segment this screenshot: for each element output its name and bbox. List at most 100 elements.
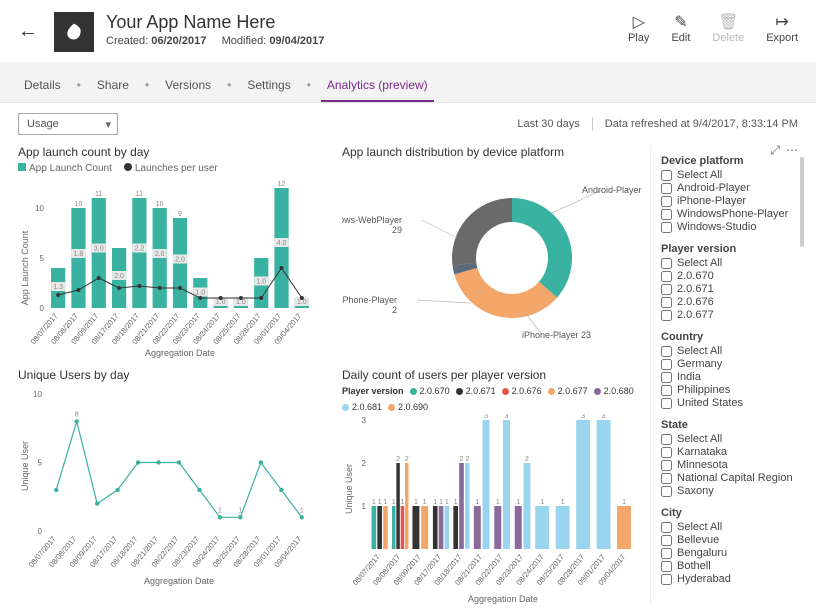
filter-option[interactable]: India [661,371,798,383]
svg-text:0: 0 [38,527,43,536]
svg-text:1: 1 [445,499,449,506]
filter-option[interactable]: Karnataka [661,446,798,458]
donut-chart-svg: Android-Player 31Windows-WebPlayer29Wind… [342,163,642,353]
filter-group-country: Country [661,331,798,343]
more-options-icon[interactable]: ⋯ [786,143,798,158]
filter-option[interactable]: 2.0.677 [661,309,798,321]
svg-text:App Launch Count: App Launch Count [20,230,30,305]
refresh-timestamp: Data refreshed at 9/4/2017, 8:33:14 PM [605,118,798,130]
filter-option[interactable]: Hyderabad [661,573,798,585]
svg-text:8: 8 [75,411,79,418]
chart-app-launch-by-day: App launch count by day App Launch Count… [18,145,318,358]
svg-text:1: 1 [475,499,479,506]
svg-text:Aggregation Date: Aggregation Date [145,348,215,358]
filter-option[interactable]: National Capital Region [661,472,798,484]
svg-text:1: 1 [540,499,544,506]
svg-text:2.0: 2.0 [114,273,124,280]
svg-text:1: 1 [423,499,427,506]
metric-dropdown[interactable]: Usage [18,113,118,135]
tab-share[interactable]: Share [91,70,135,102]
play-button[interactable]: ▷Play [628,12,649,44]
svg-text:2.0: 2.0 [175,257,185,264]
svg-text:1: 1 [378,499,382,506]
svg-text:1: 1 [414,499,418,506]
svg-text:iPhone-Player 23: iPhone-Player 23 [522,330,591,340]
filter-option[interactable]: Select All [661,345,798,357]
filter-group-city: City [661,507,798,519]
app-meta: Your App Name Here Created: 06/20/2017 M… [106,12,324,47]
filter-option[interactable]: Select All [661,521,798,533]
filter-option[interactable]: Select All [661,433,798,445]
svg-text:1.0: 1.0 [236,299,246,306]
svg-text:10: 10 [156,201,164,208]
svg-text:1: 1 [362,502,367,511]
svg-text:Aggregation Date: Aggregation Date [144,576,214,586]
focus-mode-icon[interactable]: ⤢ [770,143,780,158]
svg-text:1: 1 [300,507,304,514]
svg-text:1.3: 1.3 [53,284,63,291]
svg-text:1.0: 1.0 [297,299,307,306]
modified-label: Modified: [222,35,267,47]
svg-text:3.0: 3.0 [94,246,104,253]
back-arrow[interactable]: ← [18,20,38,43]
svg-text:2: 2 [396,456,400,463]
svg-text:10: 10 [33,390,42,399]
svg-text:WindowsPhone-Player: WindowsPhone-Player [342,295,397,305]
svg-text:2: 2 [465,456,469,463]
svg-text:12: 12 [278,181,286,188]
filters-panel: ⤢ ⋯ Device platformSelect AllAndroid-Pla… [650,145,798,604]
filter-option[interactable]: Minnesota [661,459,798,471]
tab-details[interactable]: Details [18,70,67,102]
tab-versions[interactable]: Versions [159,70,217,102]
svg-text:1: 1 [439,499,443,506]
filter-option[interactable]: Saxony [661,485,798,497]
analytics-toolbar: Usage Last 30 days Data refreshed at 9/4… [0,103,816,145]
svg-text:11: 11 [136,191,143,198]
filter-option[interactable]: Bothell [661,560,798,572]
filter-option[interactable]: 2.0.676 [661,296,798,308]
tab-analytics[interactable]: Analytics (preview) [321,70,434,102]
svg-text:3: 3 [581,414,585,420]
filter-option[interactable]: United States [661,397,798,409]
tab-settings[interactable]: Settings [241,70,296,102]
filter-option[interactable]: 2.0.671 [661,283,798,295]
svg-text:1: 1 [622,499,626,506]
app-header: ← Your App Name Here Created: 06/20/2017… [0,0,816,62]
chart-unique-users: Unique Users by day 0510Unique User81110… [18,368,318,604]
bar-combo-chart-svg: 0510App Launch Count1.3101.8113.02.0112.… [18,178,318,358]
filter-option[interactable]: Philippines [661,384,798,396]
svg-text:1: 1 [561,499,565,506]
svg-text:5: 5 [38,459,43,468]
app-title: Your App Name Here [106,12,324,33]
filter-group-player_version: Player version [661,243,798,255]
export-button[interactable]: ↦Export [766,12,798,44]
filter-option[interactable]: Android-Player [661,182,798,194]
filter-option[interactable]: WindowsPhone-Player [661,208,798,220]
svg-text:2: 2 [392,305,397,315]
filter-group-state: State [661,419,798,431]
stacked-chart-svg: 123Unique User11112121111112213131211331… [342,414,642,604]
tab-bar: Details• Share• Versions• Settings• Anal… [0,62,816,103]
filter-option[interactable]: Germany [661,358,798,370]
svg-text:3: 3 [505,414,509,420]
scrollbar[interactable] [800,157,804,247]
filter-option[interactable]: Select All [661,169,798,181]
svg-text:3: 3 [602,414,606,420]
app-icon [54,12,94,52]
svg-text:1: 1 [496,499,500,506]
stacked-legend: Player version2.0.6702.0.6712.0.6762.0.6… [342,386,642,412]
filter-option[interactable]: Windows-Studio [661,221,798,233]
line-chart-svg: 0510Unique User811108/07/201708/08/20170… [18,386,318,586]
svg-text:11: 11 [95,191,102,198]
filter-option[interactable]: Bellevue [661,534,798,546]
date-range[interactable]: Last 30 days [517,118,579,130]
svg-text:Aggregation Date: Aggregation Date [468,594,538,604]
filter-option[interactable]: 2.0.670 [661,270,798,282]
delete-button: 🗑Delete [712,12,744,44]
edit-button[interactable]: ✎Edit [671,12,690,44]
leaf-icon [64,22,84,42]
charts-grid: App launch count by day App Launch Count… [18,145,642,604]
filter-option[interactable]: iPhone-Player [661,195,798,207]
filter-option[interactable]: Select All [661,257,798,269]
filter-option[interactable]: Bengaluru [661,547,798,559]
